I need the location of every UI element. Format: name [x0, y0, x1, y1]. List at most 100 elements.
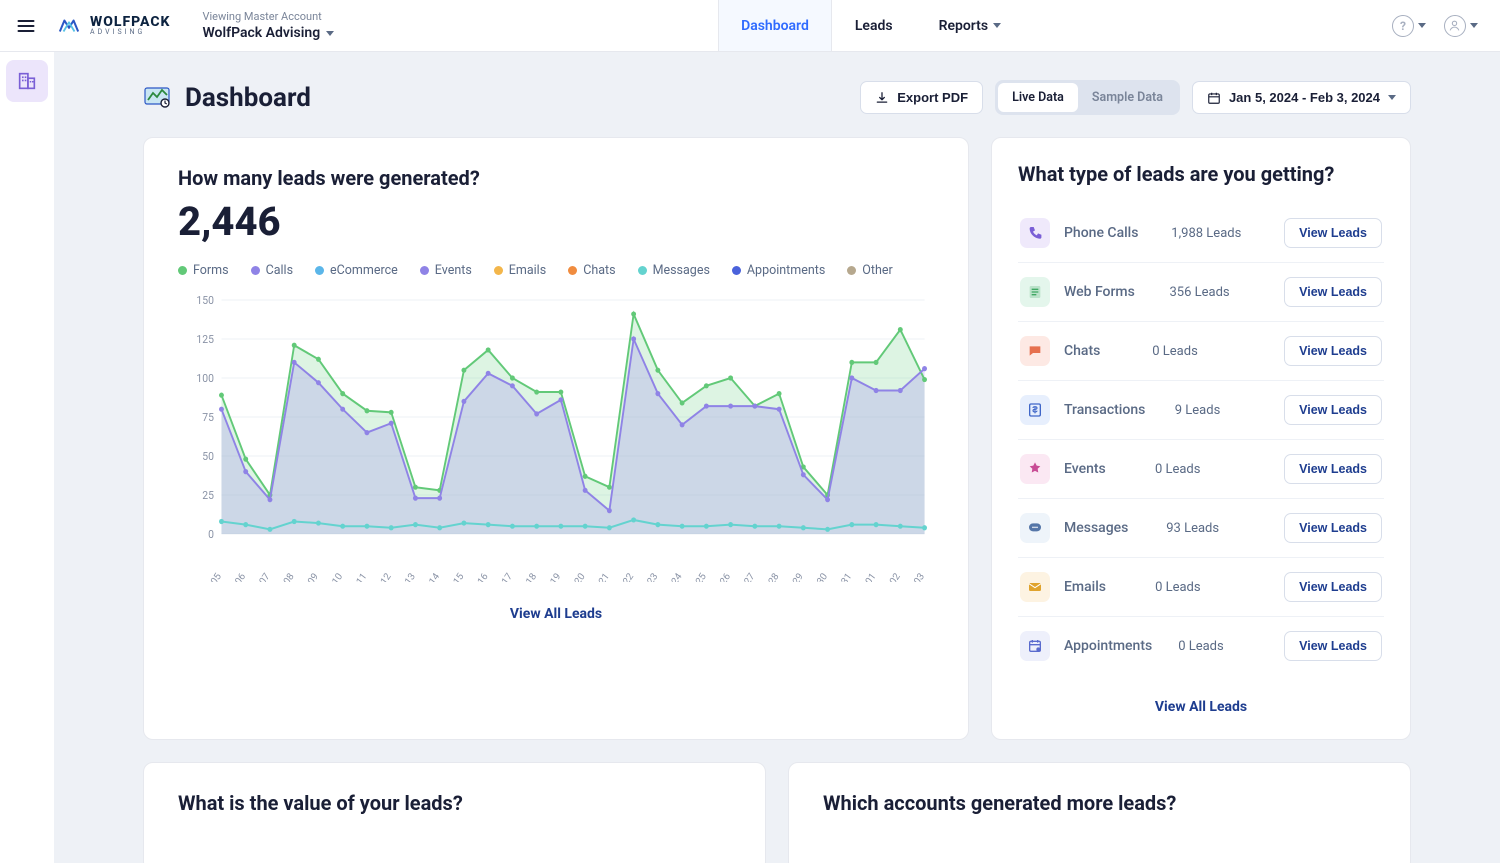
view-all-lead-types-link[interactable]: View All Leads — [1155, 699, 1247, 715]
legend-item[interactable]: Appointments — [732, 263, 825, 278]
mail-icon — [1020, 572, 1050, 602]
view-leads-button[interactable]: View Leads — [1284, 218, 1382, 248]
date-range-picker[interactable]: Jan 5, 2024 - Feb 3, 2024 — [1192, 81, 1411, 114]
svg-text:100: 100 — [196, 372, 214, 385]
svg-text:Jan 10: Jan 10 — [320, 571, 345, 582]
lead-types-card: What type of leads are you getting? Phon… — [991, 137, 1411, 740]
legend-item[interactable]: Events — [420, 263, 472, 278]
legend-dot — [494, 266, 503, 275]
seg-sample-data[interactable]: Sample Data — [1078, 83, 1177, 112]
lead-type-count: 0 Leads — [1178, 639, 1258, 654]
left-rail — [0, 52, 54, 110]
legend-dot — [732, 266, 741, 275]
building-icon — [16, 70, 38, 92]
legend-dot — [178, 266, 187, 275]
legend-item[interactable]: Forms — [178, 263, 229, 278]
lead-type-count: 9 Leads — [1175, 403, 1255, 418]
svg-text:Jan 20: Jan 20 — [562, 571, 587, 582]
seg-live-data[interactable]: Live Data — [998, 83, 1078, 112]
legend-dot — [638, 266, 647, 275]
svg-text:0: 0 — [208, 528, 214, 541]
svg-text:Jan 14: Jan 14 — [417, 571, 442, 582]
svg-text:Feb 03: Feb 03 — [902, 571, 927, 582]
help-menu[interactable]: ? — [1392, 15, 1426, 37]
svg-text:Jan 07: Jan 07 — [247, 571, 272, 582]
view-all-leads-link[interactable]: View All Leads — [510, 606, 602, 622]
user-menu[interactable] — [1444, 15, 1478, 37]
svg-text:Jan 22: Jan 22 — [611, 571, 636, 582]
msg-icon — [1020, 513, 1050, 543]
view-leads-button[interactable]: View Leads — [1284, 336, 1382, 366]
leads-chart: 0255075100125150Jan 05Jan 06Jan 07Jan 08… — [178, 292, 934, 582]
leads-generated-card: How many leads were generated? 2,446 For… — [143, 137, 969, 740]
nav-leads[interactable]: Leads — [832, 0, 916, 51]
svg-text:Jan 31: Jan 31 — [829, 571, 854, 582]
lead-value-card: What is the value of your leads? — [143, 762, 766, 863]
svg-text:Jan 11: Jan 11 — [344, 571, 369, 582]
svg-text:75: 75 — [202, 411, 214, 424]
legend-dot — [420, 266, 429, 275]
page: Dashboard Export PDF Live Data Sample Da… — [54, 52, 1500, 863]
brand[interactable]: WOLFPACK ADVISING — [52, 15, 186, 37]
view-leads-button[interactable]: View Leads — [1284, 395, 1382, 425]
menu-toggle[interactable] — [0, 0, 52, 52]
lead-type-count: 93 Leads — [1166, 521, 1246, 536]
view-leads-button[interactable]: View Leads — [1284, 454, 1382, 484]
primary-nav: Dashboard Leads Reports — [718, 0, 1024, 51]
svg-text:Jan 28: Jan 28 — [756, 571, 781, 582]
svg-text:125: 125 — [196, 333, 214, 346]
account-switcher[interactable]: Viewing Master Account WolfPack Advising — [186, 10, 350, 41]
svg-text:Jan 25: Jan 25 — [684, 571, 709, 582]
view-leads-button[interactable]: View Leads — [1284, 631, 1382, 661]
svg-text:Jan 13: Jan 13 — [393, 571, 418, 582]
caret-down-icon — [1418, 23, 1426, 28]
legend-item[interactable]: Messages — [638, 263, 710, 278]
lead-type-count: 0 Leads — [1155, 462, 1235, 477]
lead-type-row: Transactions9 LeadsView Leads — [1018, 380, 1384, 439]
legend-item[interactable]: Other — [847, 263, 892, 278]
lead-type-count: 356 Leads — [1169, 285, 1249, 300]
lead-type-row: Phone Calls1,988 LeadsView Leads — [1018, 204, 1384, 262]
help-icon: ? — [1392, 15, 1414, 37]
lead-type-row: Chats0 LeadsView Leads — [1018, 321, 1384, 380]
lead-type-name: Events — [1064, 461, 1106, 477]
legend-item[interactable]: Calls — [251, 263, 293, 278]
calendar-icon — [1207, 91, 1221, 105]
lead-type-name: Web Forms — [1064, 284, 1135, 300]
svg-text:Jan 19: Jan 19 — [538, 571, 563, 582]
svg-text:Jan 09: Jan 09 — [296, 571, 321, 582]
svg-text:Jan 23: Jan 23 — [635, 571, 660, 582]
svg-text:Jan 18: Jan 18 — [514, 571, 539, 582]
caret-down-icon — [1470, 23, 1478, 28]
svg-text:Jan 21: Jan 21 — [587, 571, 612, 582]
svg-text:25: 25 — [202, 489, 214, 502]
legend-item[interactable]: Emails — [494, 263, 546, 278]
view-leads-button[interactable]: View Leads — [1284, 572, 1382, 602]
svg-text:Jan 08: Jan 08 — [271, 571, 296, 582]
caret-down-icon — [326, 31, 334, 36]
legend-item[interactable]: Chats — [568, 263, 615, 278]
lead-type-name: Phone Calls — [1064, 225, 1138, 241]
nav-reports[interactable]: Reports — [916, 0, 1025, 51]
lead-value-title: What is the value of your leads? — [178, 791, 731, 815]
lead-type-row: Events 0 Leads View Leads — [1018, 439, 1384, 498]
svg-text:Jan 12: Jan 12 — [368, 571, 393, 582]
download-icon — [875, 91, 889, 105]
legend-dot — [568, 266, 577, 275]
svg-text:Feb 02: Feb 02 — [878, 571, 903, 582]
nav-dashboard[interactable]: Dashboard — [718, 0, 832, 51]
lead-type-name: Emails — [1064, 579, 1106, 595]
legend-dot — [847, 266, 856, 275]
view-leads-button[interactable]: View Leads — [1284, 277, 1382, 307]
chart-legend: Forms Calls eCommerce Events Emails Chats Mess… — [178, 263, 934, 278]
rail-accounts[interactable] — [6, 60, 48, 102]
user-icon — [1444, 15, 1466, 37]
legend-item[interactable]: eCommerce — [315, 263, 398, 278]
appt-icon — [1020, 631, 1050, 661]
dashboard-icon — [143, 82, 171, 114]
legend-dot — [315, 266, 324, 275]
view-leads-button[interactable]: View Leads — [1284, 513, 1382, 543]
export-pdf-button[interactable]: Export PDF — [860, 81, 983, 114]
phone-icon — [1020, 218, 1050, 248]
lead-type-row: Emails0 LeadsView Leads — [1018, 557, 1384, 616]
